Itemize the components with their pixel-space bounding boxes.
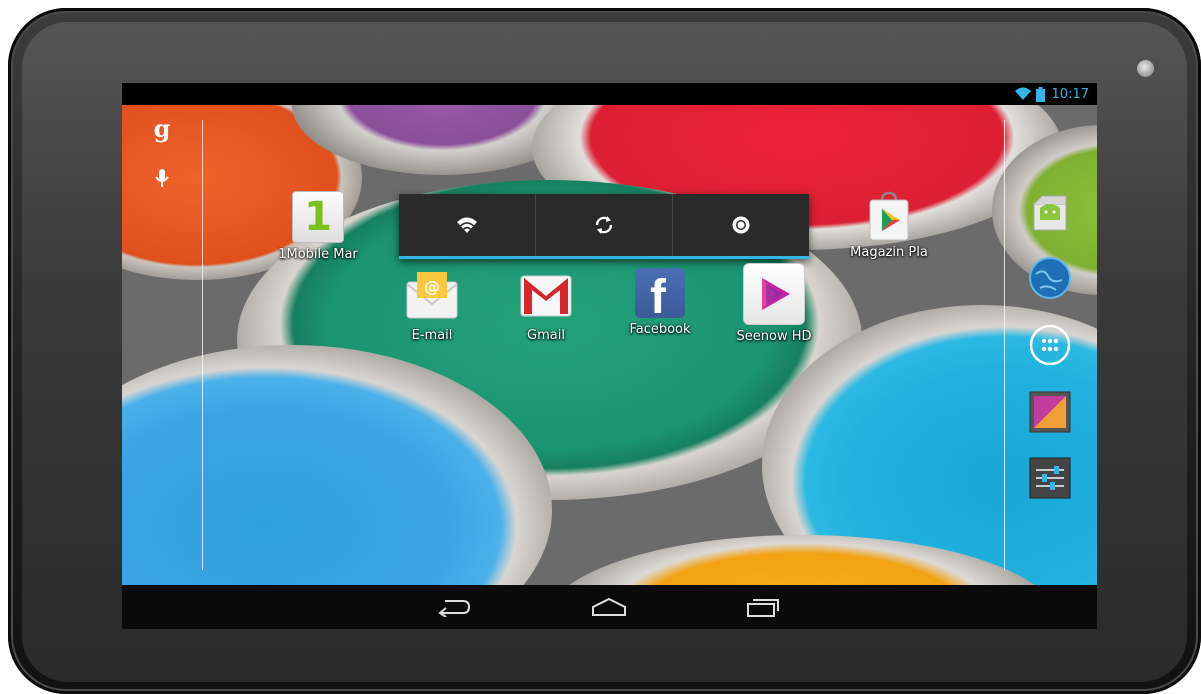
recents-icon xyxy=(747,599,779,617)
gallery-icon[interactable] xyxy=(1026,388,1074,436)
wifi-toggle[interactable] xyxy=(399,194,536,256)
mic-icon[interactable] xyxy=(154,167,170,189)
status-icons: 10:17 xyxy=(1014,85,1089,103)
seenow-hd-icon xyxy=(743,263,805,325)
brightness-toggle[interactable] xyxy=(673,194,809,256)
svg-text:@: @ xyxy=(424,277,440,296)
camera-icon xyxy=(1137,60,1154,77)
status-bar: 10:17 xyxy=(122,83,1097,105)
gmail-icon xyxy=(518,268,574,324)
back-button[interactable] xyxy=(434,593,474,621)
wallpaper xyxy=(122,105,1097,585)
brightness-icon xyxy=(732,216,750,234)
navigation-bar xyxy=(122,585,1097,629)
status-time: 10:17 xyxy=(1051,86,1089,102)
app-label: Gmail xyxy=(527,328,565,343)
app-label: 1Mobile Mar xyxy=(278,247,358,262)
back-icon xyxy=(438,600,471,617)
google-search-icon[interactable]: g xyxy=(152,117,172,141)
app-play-store[interactable]: Magazin Pla xyxy=(839,191,939,260)
left-divider xyxy=(202,120,203,570)
play-store-icon xyxy=(864,191,914,241)
recents-button[interactable] xyxy=(743,593,783,621)
app-email[interactable]: @ E-mail xyxy=(382,268,482,343)
app-label: Magazin Pla xyxy=(850,245,928,260)
right-divider xyxy=(1004,120,1005,570)
screen: 10:17 g 1 1Mobile Mar Magazin Pla @ E-ma… xyxy=(122,83,1097,629)
facebook-icon: f xyxy=(635,268,685,324)
browser-globe-icon[interactable] xyxy=(1026,254,1074,302)
google-search-bar[interactable]: g xyxy=(152,117,172,193)
settings-icon[interactable] xyxy=(1026,454,1074,502)
quick-settings-widget xyxy=(399,194,809,259)
sync-icon xyxy=(595,216,613,234)
home-icon xyxy=(592,597,626,616)
app-label: Seenow HD xyxy=(736,329,812,344)
apk-installer-icon[interactable] xyxy=(1026,188,1074,236)
home-button[interactable] xyxy=(589,593,629,621)
1mobile-market-icon: 1 xyxy=(292,191,344,243)
all-apps-icon[interactable] xyxy=(1026,321,1074,369)
app-label: E-mail xyxy=(411,328,453,343)
app-gmail[interactable]: Gmail xyxy=(496,268,596,343)
email-icon: @ xyxy=(404,268,460,324)
app-seenow-hd[interactable]: Seenow HD xyxy=(724,263,824,344)
app-1mobile-market[interactable]: 1 1Mobile Mar xyxy=(268,191,368,262)
wifi-icon xyxy=(457,217,477,233)
wifi-icon xyxy=(1014,87,1031,100)
sync-toggle[interactable] xyxy=(536,194,673,256)
app-facebook[interactable]: f Facebook xyxy=(610,268,710,337)
battery-icon xyxy=(1035,86,1045,102)
